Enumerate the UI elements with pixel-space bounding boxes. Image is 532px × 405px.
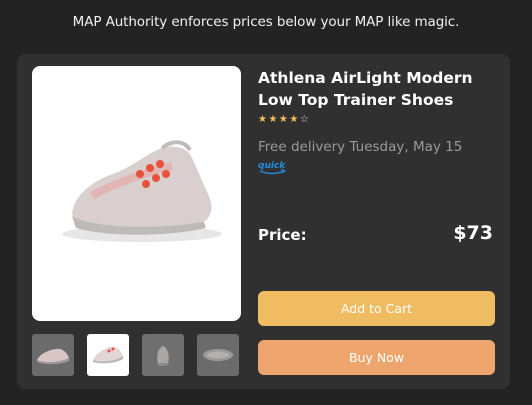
thumbnail-3[interactable] bbox=[142, 334, 184, 376]
buy-now-button[interactable]: Buy Now bbox=[258, 340, 495, 375]
product-card: Athlena AirLight Modern Low Top Trainer … bbox=[17, 54, 510, 389]
shoe-thumb-icon bbox=[203, 349, 233, 361]
price-value: $73 bbox=[453, 222, 493, 244]
thumbnail-4[interactable] bbox=[197, 334, 239, 376]
rating-empty-star: ☆ bbox=[299, 114, 311, 125]
shoe-thumb-icon bbox=[93, 346, 123, 364]
promo-banner: MAP Authority enforces prices below your… bbox=[72, 14, 460, 30]
shoe-image-icon bbox=[62, 140, 222, 242]
delivery-text: Free delivery Tuesday, May 15 bbox=[258, 139, 463, 155]
product-main-image bbox=[32, 66, 241, 321]
product-title: Athlena AirLight Modern Low Top Trainer … bbox=[258, 69, 473, 109]
price-label: Price: bbox=[258, 226, 307, 244]
add-to-cart-button[interactable]: Add to Cart bbox=[258, 291, 495, 326]
thumbnail-1[interactable] bbox=[32, 334, 74, 376]
shoe-thumb-icon bbox=[157, 346, 169, 366]
thumbnail-2[interactable] bbox=[87, 334, 129, 376]
shoe-thumb-icon bbox=[37, 348, 69, 365]
rating-stars: ★★★★☆ bbox=[258, 114, 310, 125]
rating-filled-stars: ★★★★ bbox=[258, 114, 300, 125]
quick-delivery-icon: quick bbox=[258, 161, 287, 175]
